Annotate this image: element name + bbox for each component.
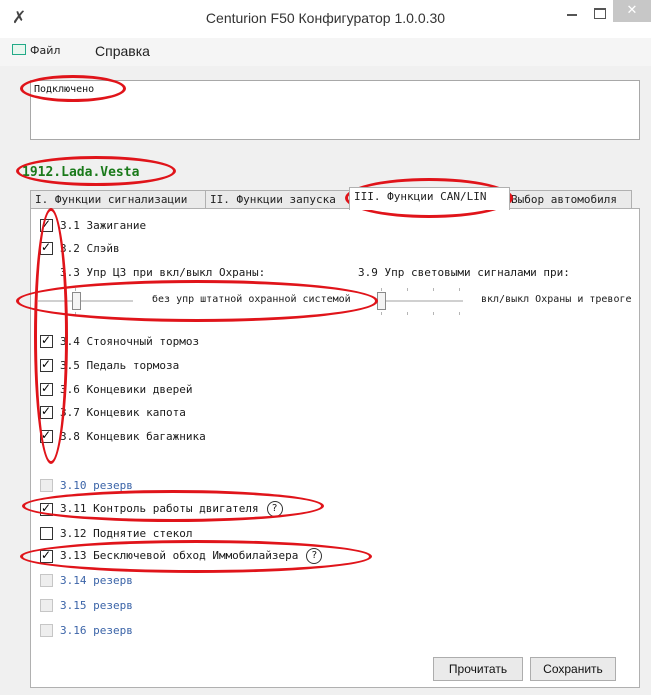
option-label-3-16: 3.16 резерв xyxy=(60,624,133,637)
checkbox-3-5[interactable] xyxy=(40,357,53,372)
checkbox-3-6[interactable] xyxy=(40,381,53,396)
minimize-button[interactable] xyxy=(566,6,580,20)
tab-start-functions[interactable]: II. Функции запуска xyxy=(205,190,351,209)
read-button[interactable]: Прочитать xyxy=(433,657,523,681)
can-lin-panel xyxy=(30,208,640,688)
option-label-3-1: 3.1 Зажигание xyxy=(60,219,147,232)
slider-tick xyxy=(433,312,434,315)
slider-thumb-3-3[interactable] xyxy=(72,292,81,310)
option-label-3-12: 3.12 Поднятие стекол xyxy=(60,527,193,540)
slider-tick xyxy=(459,288,460,291)
slider-tick xyxy=(459,312,460,315)
checkbox-3-1[interactable] xyxy=(40,217,53,232)
option-label-3-10: 3.10 резерв xyxy=(60,479,133,492)
slider-tick xyxy=(75,312,76,315)
menu-file-label: Файл xyxy=(30,44,61,57)
checkbox-3-14[interactable] xyxy=(40,574,53,587)
slider-tick xyxy=(381,312,382,315)
slider-tick xyxy=(381,288,382,291)
slider-track-3-3 xyxy=(38,300,133,302)
checkbox-3-16[interactable] xyxy=(40,624,53,637)
maximize-button[interactable] xyxy=(594,8,606,19)
checkbox-3-7[interactable] xyxy=(40,404,53,419)
window-title: Centurion F50 Конфигуратор 1.0.0.30 xyxy=(205,10,446,26)
save-button[interactable]: Сохранить xyxy=(530,657,616,681)
checkbox-3-8[interactable] xyxy=(40,428,53,443)
tab-can-lin-functions[interactable]: III. Функции CAN/LIN xyxy=(349,187,510,210)
car-model-label: 1912.Lada.Vesta xyxy=(22,165,140,180)
option-label-3-8: 3.8 Концевик багажника xyxy=(60,430,206,443)
checkbox-3-15[interactable] xyxy=(40,599,53,612)
option-label-3-4: 3.4 Стояночный тормоз xyxy=(60,335,200,348)
status-log-text: Подключено xyxy=(34,84,95,95)
tab-car-selection[interactable]: Выбор автомобиля xyxy=(506,190,632,209)
option-label-3-6: 3.6 Концевики дверей xyxy=(60,383,193,396)
menu-file[interactable]: Файл xyxy=(12,44,60,57)
checkbox-3-13[interactable] xyxy=(40,548,53,563)
option-label-3-11: 3.11 Контроль работы двигателя xyxy=(60,502,259,515)
slider-tick xyxy=(407,312,408,315)
slider-value-3-3: без упр штатной охранной системой xyxy=(152,294,351,305)
menu-bar: Файл Справка xyxy=(0,38,651,66)
status-log[interactable]: Подключено xyxy=(30,80,640,140)
option-label-3-2: 3.2 Слэйв xyxy=(60,242,120,255)
menu-help[interactable]: Справка xyxy=(95,43,150,59)
option-row-3-11: 3.11 Контроль работы двигателя? xyxy=(60,501,283,517)
option-label-3-7: 3.7 Концевик капота xyxy=(60,406,186,419)
checkbox-3-2[interactable] xyxy=(40,240,53,255)
option-row-3-13: 3.13 Бесключевой обход Иммобилайзера? xyxy=(60,548,323,564)
file-icon xyxy=(12,44,26,55)
checkbox-3-4[interactable] xyxy=(40,333,53,348)
close-button[interactable]: ✕ xyxy=(613,0,651,22)
option-label-3-13: 3.13 Бесключевой обход Иммобилайзера xyxy=(60,549,299,562)
slider-tick xyxy=(433,288,434,291)
checkbox-3-12[interactable] xyxy=(40,527,53,540)
slider-value-3-9: вкл/выкл Охраны и тревоге xyxy=(481,294,632,305)
help-icon[interactable]: ? xyxy=(266,501,283,517)
slider-tick xyxy=(75,288,76,291)
slider-label-3-9: 3.9 Упр световыми сигналами при: xyxy=(358,266,570,279)
option-label-3-5: 3.5 Педаль тормоза xyxy=(60,359,180,372)
slider-track-3-9 xyxy=(377,300,463,302)
title-bar: ✗ Centurion F50 Конфигуратор 1.0.0.30 ✕ xyxy=(0,0,651,38)
checkbox-3-11[interactable] xyxy=(40,501,53,516)
option-label-3-15: 3.15 резерв xyxy=(60,599,133,612)
slider-tick xyxy=(407,288,408,291)
option-label-3-14: 3.14 резерв xyxy=(60,574,133,587)
tab-alarm-functions[interactable]: I. Функции сигнализации xyxy=(30,190,207,209)
slider-thumb-3-9[interactable] xyxy=(377,292,386,310)
slider-label-3-3: 3.3 Упр ЦЗ при вкл/выкл Охраны: xyxy=(60,266,266,279)
checkbox-3-10[interactable] xyxy=(40,479,53,492)
help-icon[interactable]: ? xyxy=(306,548,323,564)
